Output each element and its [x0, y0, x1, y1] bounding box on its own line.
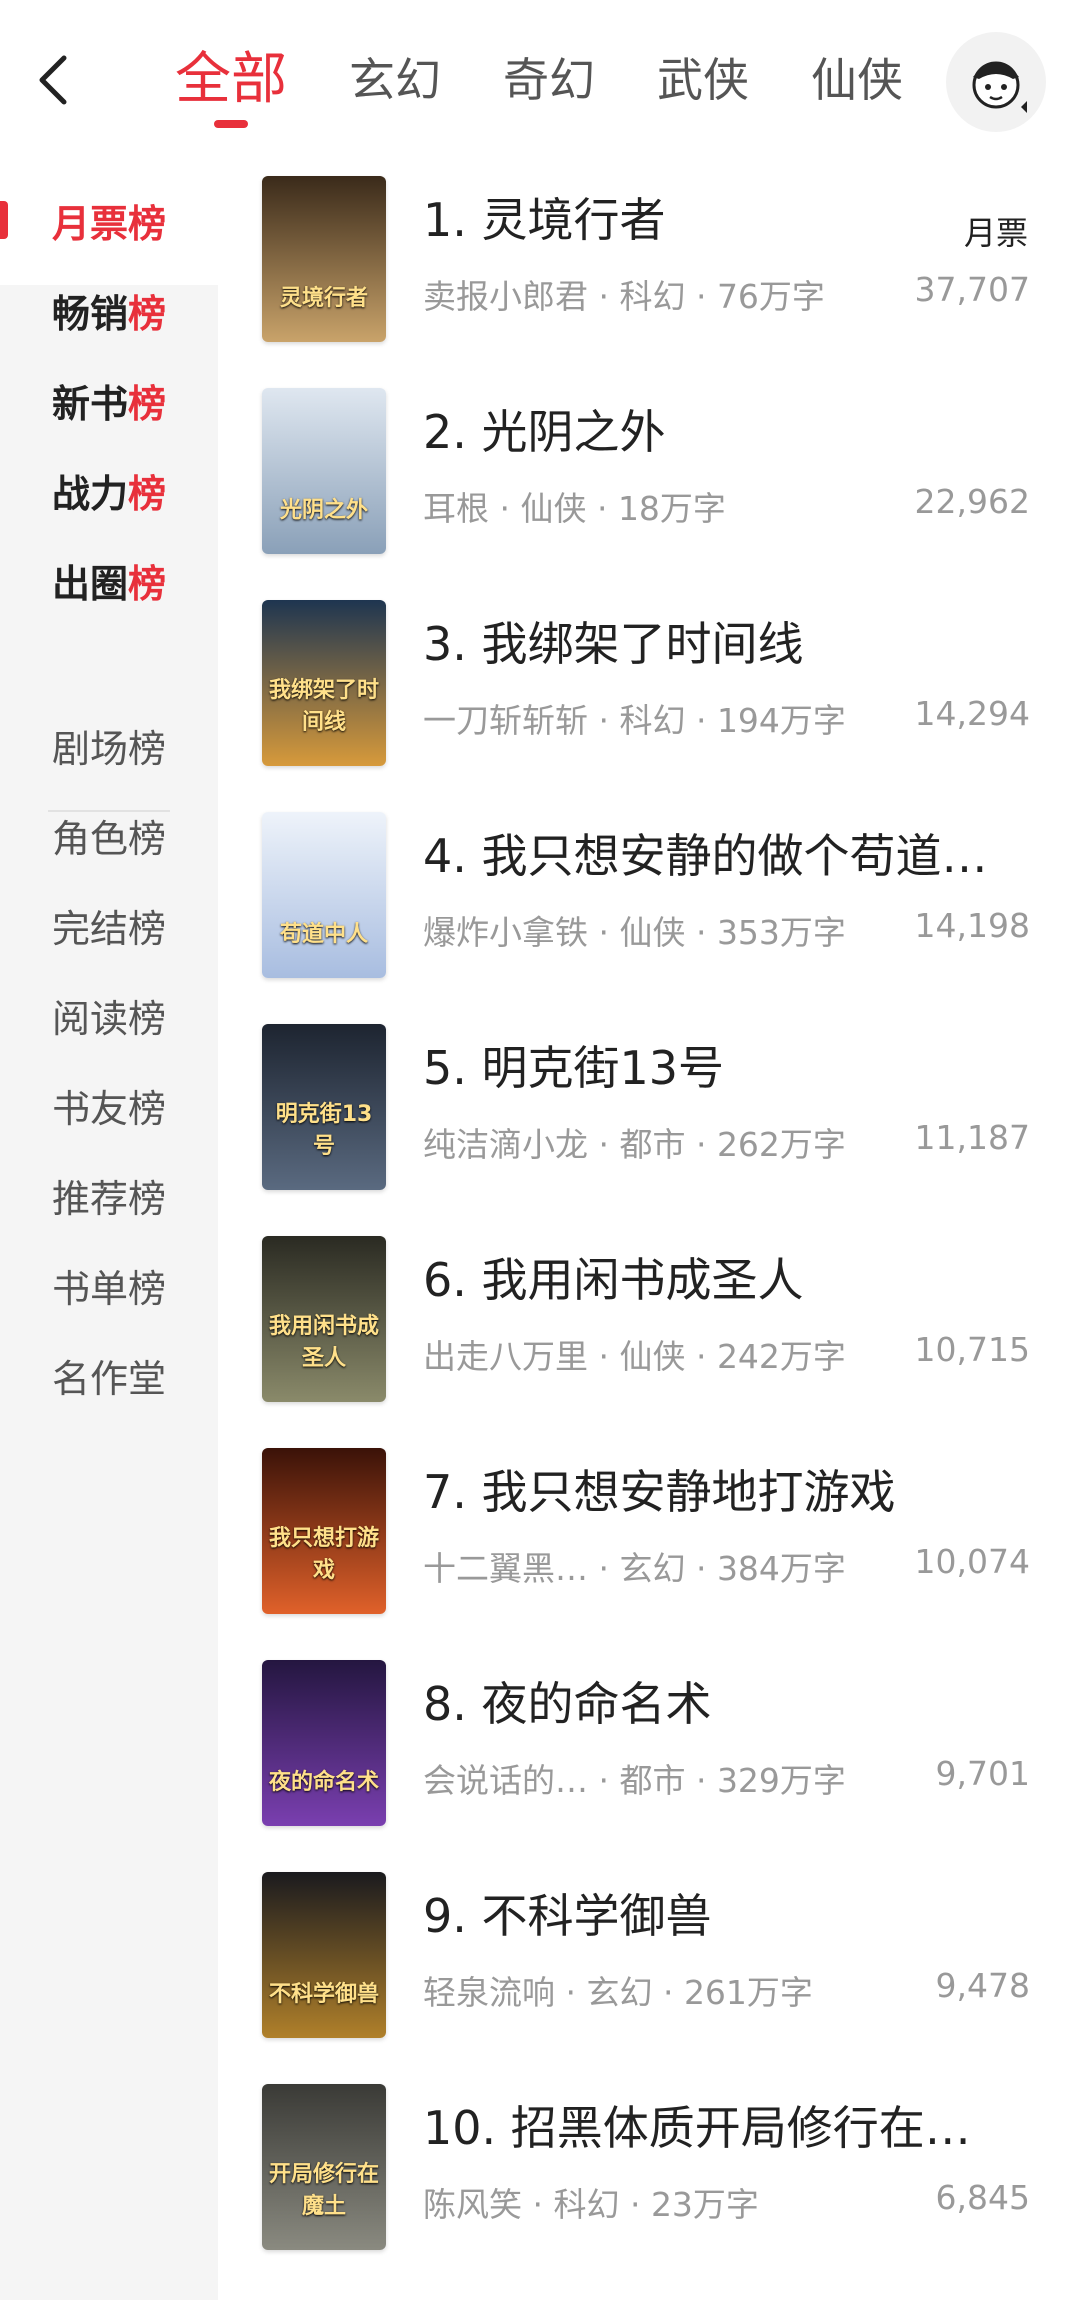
- book-votes: 14,198: [914, 906, 1030, 945]
- book-cover[interactable]: 灵境行者: [262, 176, 386, 342]
- sidebar-item-label: 书单榜: [51, 1266, 166, 1311]
- book-title[interactable]: 3. 我绑架了时间线: [423, 608, 1023, 674]
- votes-column-label: 月票: [963, 214, 1028, 252]
- book-row[interactable]: 光阴之外 2. 光阴之外耳根 · 仙侠 · 18万字 22,962: [218, 372, 1080, 584]
- book-cover-title: 我用闲书成圣人: [268, 1314, 379, 1371]
- book-cover[interactable]: 夜的命名术: [262, 1660, 386, 1826]
- book-votes: 9,701: [935, 1754, 1030, 1793]
- book-title[interactable]: 7. 我只想安静地打游戏: [423, 1456, 1023, 1522]
- book-meta: 出走八万里 · 仙侠 · 242万字: [423, 1337, 846, 1376]
- book-votes: 10,715: [914, 1330, 1030, 1369]
- book-cover[interactable]: 苟道中人: [262, 812, 386, 978]
- sidebar-item-label: 推荐榜: [51, 1176, 166, 1221]
- book-meta: 轻泉流响 · 玄幻 · 261万字: [423, 1973, 813, 2012]
- book-cover-title: 我绑架了时间线: [268, 678, 379, 735]
- book-meta: 十二翼黑… · 玄幻 · 384万字: [423, 1549, 846, 1588]
- book-cover[interactable]: 我绑架了时间线: [262, 600, 386, 766]
- back-button[interactable]: [28, 50, 78, 110]
- book-meta: 一刀斩斩斩 · 科幻 · 194万字: [423, 701, 846, 740]
- sidebar-item-label: 剧场榜: [51, 726, 166, 771]
- sidebar-item-label: 战力: [51, 471, 128, 516]
- book-cover[interactable]: 不科学御兽: [262, 1872, 386, 2038]
- book-row[interactable]: 不科学御兽 9. 不科学御兽轻泉流响 · 玄幻 · 261万字 9,478: [218, 1856, 1080, 2068]
- book-cover[interactable]: 光阴之外: [262, 388, 386, 554]
- tab-0[interactable]: 全部: [175, 40, 287, 128]
- book-row[interactable]: 灵境行者 1. 灵境行者卖报小郎君 · 科幻 · 76万字 37,707 月票: [218, 160, 1080, 372]
- tab-3[interactable]: 武侠: [657, 40, 749, 120]
- book-row[interactable]: 我绑架了时间线 3. 我绑架了时间线一刀斩斩斩 · 科幻 · 194万字 14,29…: [218, 584, 1080, 796]
- book-votes: 37,707: [914, 270, 1030, 309]
- book-cover-title: 不科学御兽: [268, 1982, 379, 2007]
- sidebar-item-label: 书友榜: [51, 1086, 166, 1131]
- book-cover[interactable]: 我用闲书成圣人: [262, 1236, 386, 1402]
- book-cover-title: 明克街13号: [275, 1102, 373, 1159]
- category-tabs: 全部 玄幻 奇幻 武侠 仙侠: [175, 40, 965, 130]
- book-cover-title: 我只想打游戏: [268, 1526, 379, 1583]
- book-title[interactable]: 2. 光阴之外: [423, 396, 1023, 462]
- sidebar-item-label: 出圈: [51, 561, 128, 606]
- book-title[interactable]: 6. 我用闲书成圣人: [423, 1244, 1023, 1310]
- book-meta: 陈风笑 · 科幻 · 23万字: [423, 2185, 759, 2224]
- sidebar-item-label: 阅读榜: [51, 996, 166, 1041]
- book-meta: 耳根 · 仙侠 · 18万字: [423, 489, 726, 528]
- ranking-sidebar: 月票榜畅销榜新书榜战力榜出圈榜剧场榜 角色榜 完结榜 阅读榜 书友榜 推荐榜 书单榜 名作堂: [0, 155, 218, 2300]
- chevron-left-icon: [39, 55, 67, 105]
- book-title[interactable]: 4. 我只想安静的做个苟道…: [423, 820, 1023, 886]
- book-row[interactable]: 我只想打游戏 7. 我只想安静地打游戏十二翼黑… · 玄幻 · 384万字 10,0…: [218, 1432, 1080, 1644]
- book-meta: 纯洁滴小龙 · 都市 · 262万字: [423, 1125, 846, 1164]
- book-cover[interactable]: 我只想打游戏: [262, 1448, 386, 1614]
- book-votes: 14,294: [914, 694, 1030, 733]
- book-cover-title: 夜的命名术: [268, 1770, 379, 1795]
- book-title[interactable]: 5. 明克街13号: [423, 1032, 1023, 1098]
- sidebar-item-4[interactable]: 出圈榜: [0, 515, 218, 645]
- sidebar-item-label: 名作堂: [51, 1356, 166, 1401]
- sidebar-item-label: 畅销: [51, 291, 128, 336]
- sidebar-item-12[interactable]: 名作堂: [0, 1310, 218, 1440]
- sidebar-item-label: 完结榜: [51, 906, 166, 951]
- user-avatar-icon: [972, 61, 1027, 113]
- book-title[interactable]: 10. 招黑体质开局修行在…: [423, 2092, 1023, 2158]
- sidebar-item-label: 月票: [51, 201, 128, 246]
- book-cover-title: 灵境行者: [279, 286, 368, 311]
- book-meta: 卖报小郎君 · 科幻 · 76万字: [423, 277, 825, 316]
- sidebar-item-suffix: 榜: [128, 471, 167, 516]
- book-votes: 11,187: [914, 1118, 1030, 1157]
- top-bar: 全部 玄幻 奇幻 武侠 仙侠: [0, 0, 1080, 160]
- tab-2[interactable]: 奇幻: [503, 40, 595, 120]
- sidebar-item-label: 新书: [51, 381, 128, 426]
- book-votes: 22,962: [914, 482, 1030, 521]
- sidebar-item-suffix: 榜: [128, 201, 167, 246]
- book-meta: 爆炸小拿铁 · 仙侠 · 353万字: [423, 913, 846, 952]
- book-cover-title: 开局修行在魔土: [268, 2162, 379, 2219]
- book-row[interactable]: 明克街13号 5. 明克街13号纯洁滴小龙 · 都市 · 262万字 11,187: [218, 1008, 1080, 1220]
- book-votes: 10,074: [914, 1542, 1030, 1581]
- tab-4[interactable]: 仙侠: [811, 40, 903, 120]
- book-title[interactable]: 1. 灵境行者: [423, 184, 1023, 250]
- book-votes: 6,845: [935, 2178, 1030, 2217]
- book-meta: 会说话的… · 都市 · 329万字: [423, 1761, 846, 1800]
- book-votes: 9,478: [935, 1966, 1030, 2005]
- book-cover-title: 苟道中人: [279, 922, 368, 947]
- book-row[interactable]: 我用闲书成圣人 6. 我用闲书成圣人出走八万里 · 仙侠 · 242万字 10,71…: [218, 1220, 1080, 1432]
- sidebar-item-suffix: 榜: [128, 291, 167, 336]
- avatar[interactable]: [946, 32, 1046, 132]
- book-title[interactable]: 9. 不科学御兽: [423, 1880, 1023, 1946]
- book-row[interactable]: 苟道中人 4. 我只想安静的做个苟道… 爆炸小拿铁 · 仙侠 · 353万字 14,1…: [218, 796, 1080, 1008]
- book-title[interactable]: 8. 夜的命名术: [423, 1668, 1023, 1734]
- book-cover[interactable]: 开局修行在魔土: [262, 2084, 386, 2250]
- sidebar-item-suffix: 榜: [128, 561, 167, 606]
- book-cover[interactable]: 明克街13号: [262, 1024, 386, 1190]
- tab-1[interactable]: 玄幻: [349, 40, 441, 120]
- sidebar-item-label: 角色榜: [51, 816, 166, 861]
- sidebar-item-suffix: 榜: [128, 381, 167, 426]
- book-row[interactable]: 开局修行在魔土 10. 招黑体质开局修行在… 陈风笑 · 科幻 · 23万字 6,84…: [218, 2068, 1080, 2280]
- book-cover-title: 光阴之外: [279, 498, 368, 523]
- book-row[interactable]: 夜的命名术 8. 夜的命名术会说话的… · 都市 · 329万字 9,701: [218, 1644, 1080, 1856]
